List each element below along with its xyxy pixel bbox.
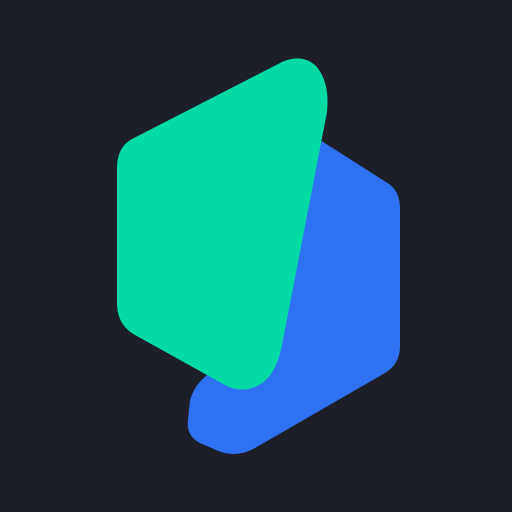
app-icon-canvas — [0, 0, 512, 512]
app-logo-icon — [117, 58, 400, 455]
